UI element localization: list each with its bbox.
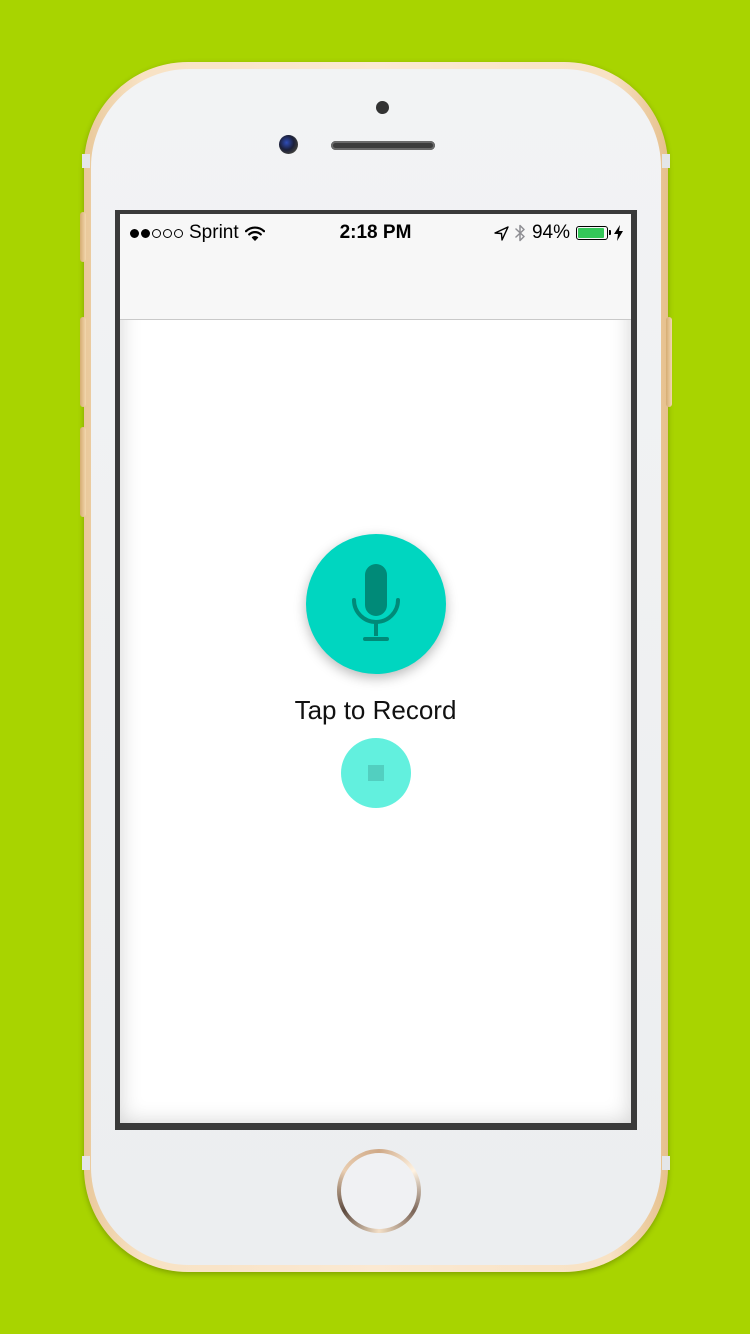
volume-up-button <box>80 317 86 407</box>
mute-switch <box>80 212 86 262</box>
front-camera <box>279 135 298 154</box>
home-button[interactable] <box>337 1149 421 1233</box>
proximity-sensor <box>376 101 389 114</box>
battery-level <box>578 228 605 238</box>
status-bar: Sprint 2:18 PM 94% <box>120 214 631 254</box>
antenna-band <box>662 154 670 168</box>
stop-icon <box>368 765 384 781</box>
power-button <box>666 317 672 407</box>
record-prompt: Tap to Record <box>294 695 457 725</box>
battery-icon <box>576 226 611 240</box>
earpiece-speaker <box>331 141 435 150</box>
phone-screen: Sprint 2:18 PM 94% Tap to Record <box>115 210 637 1130</box>
stop-button[interactable] <box>341 738 411 808</box>
status-right: 94% <box>494 222 623 244</box>
location-arrow-icon <box>494 225 509 241</box>
microphone-icon <box>352 564 400 641</box>
charging-bolt-icon <box>614 225 623 241</box>
antenna-band <box>82 154 90 168</box>
app-screen: Sprint 2:18 PM 94% Tap to Record <box>120 214 631 1123</box>
battery-percent: 94% <box>531 222 570 243</box>
record-button[interactable] <box>306 534 446 674</box>
bluetooth-icon <box>515 224 525 242</box>
volume-down-button <box>80 427 86 517</box>
antenna-band <box>82 1156 90 1170</box>
antenna-band <box>662 1156 670 1170</box>
